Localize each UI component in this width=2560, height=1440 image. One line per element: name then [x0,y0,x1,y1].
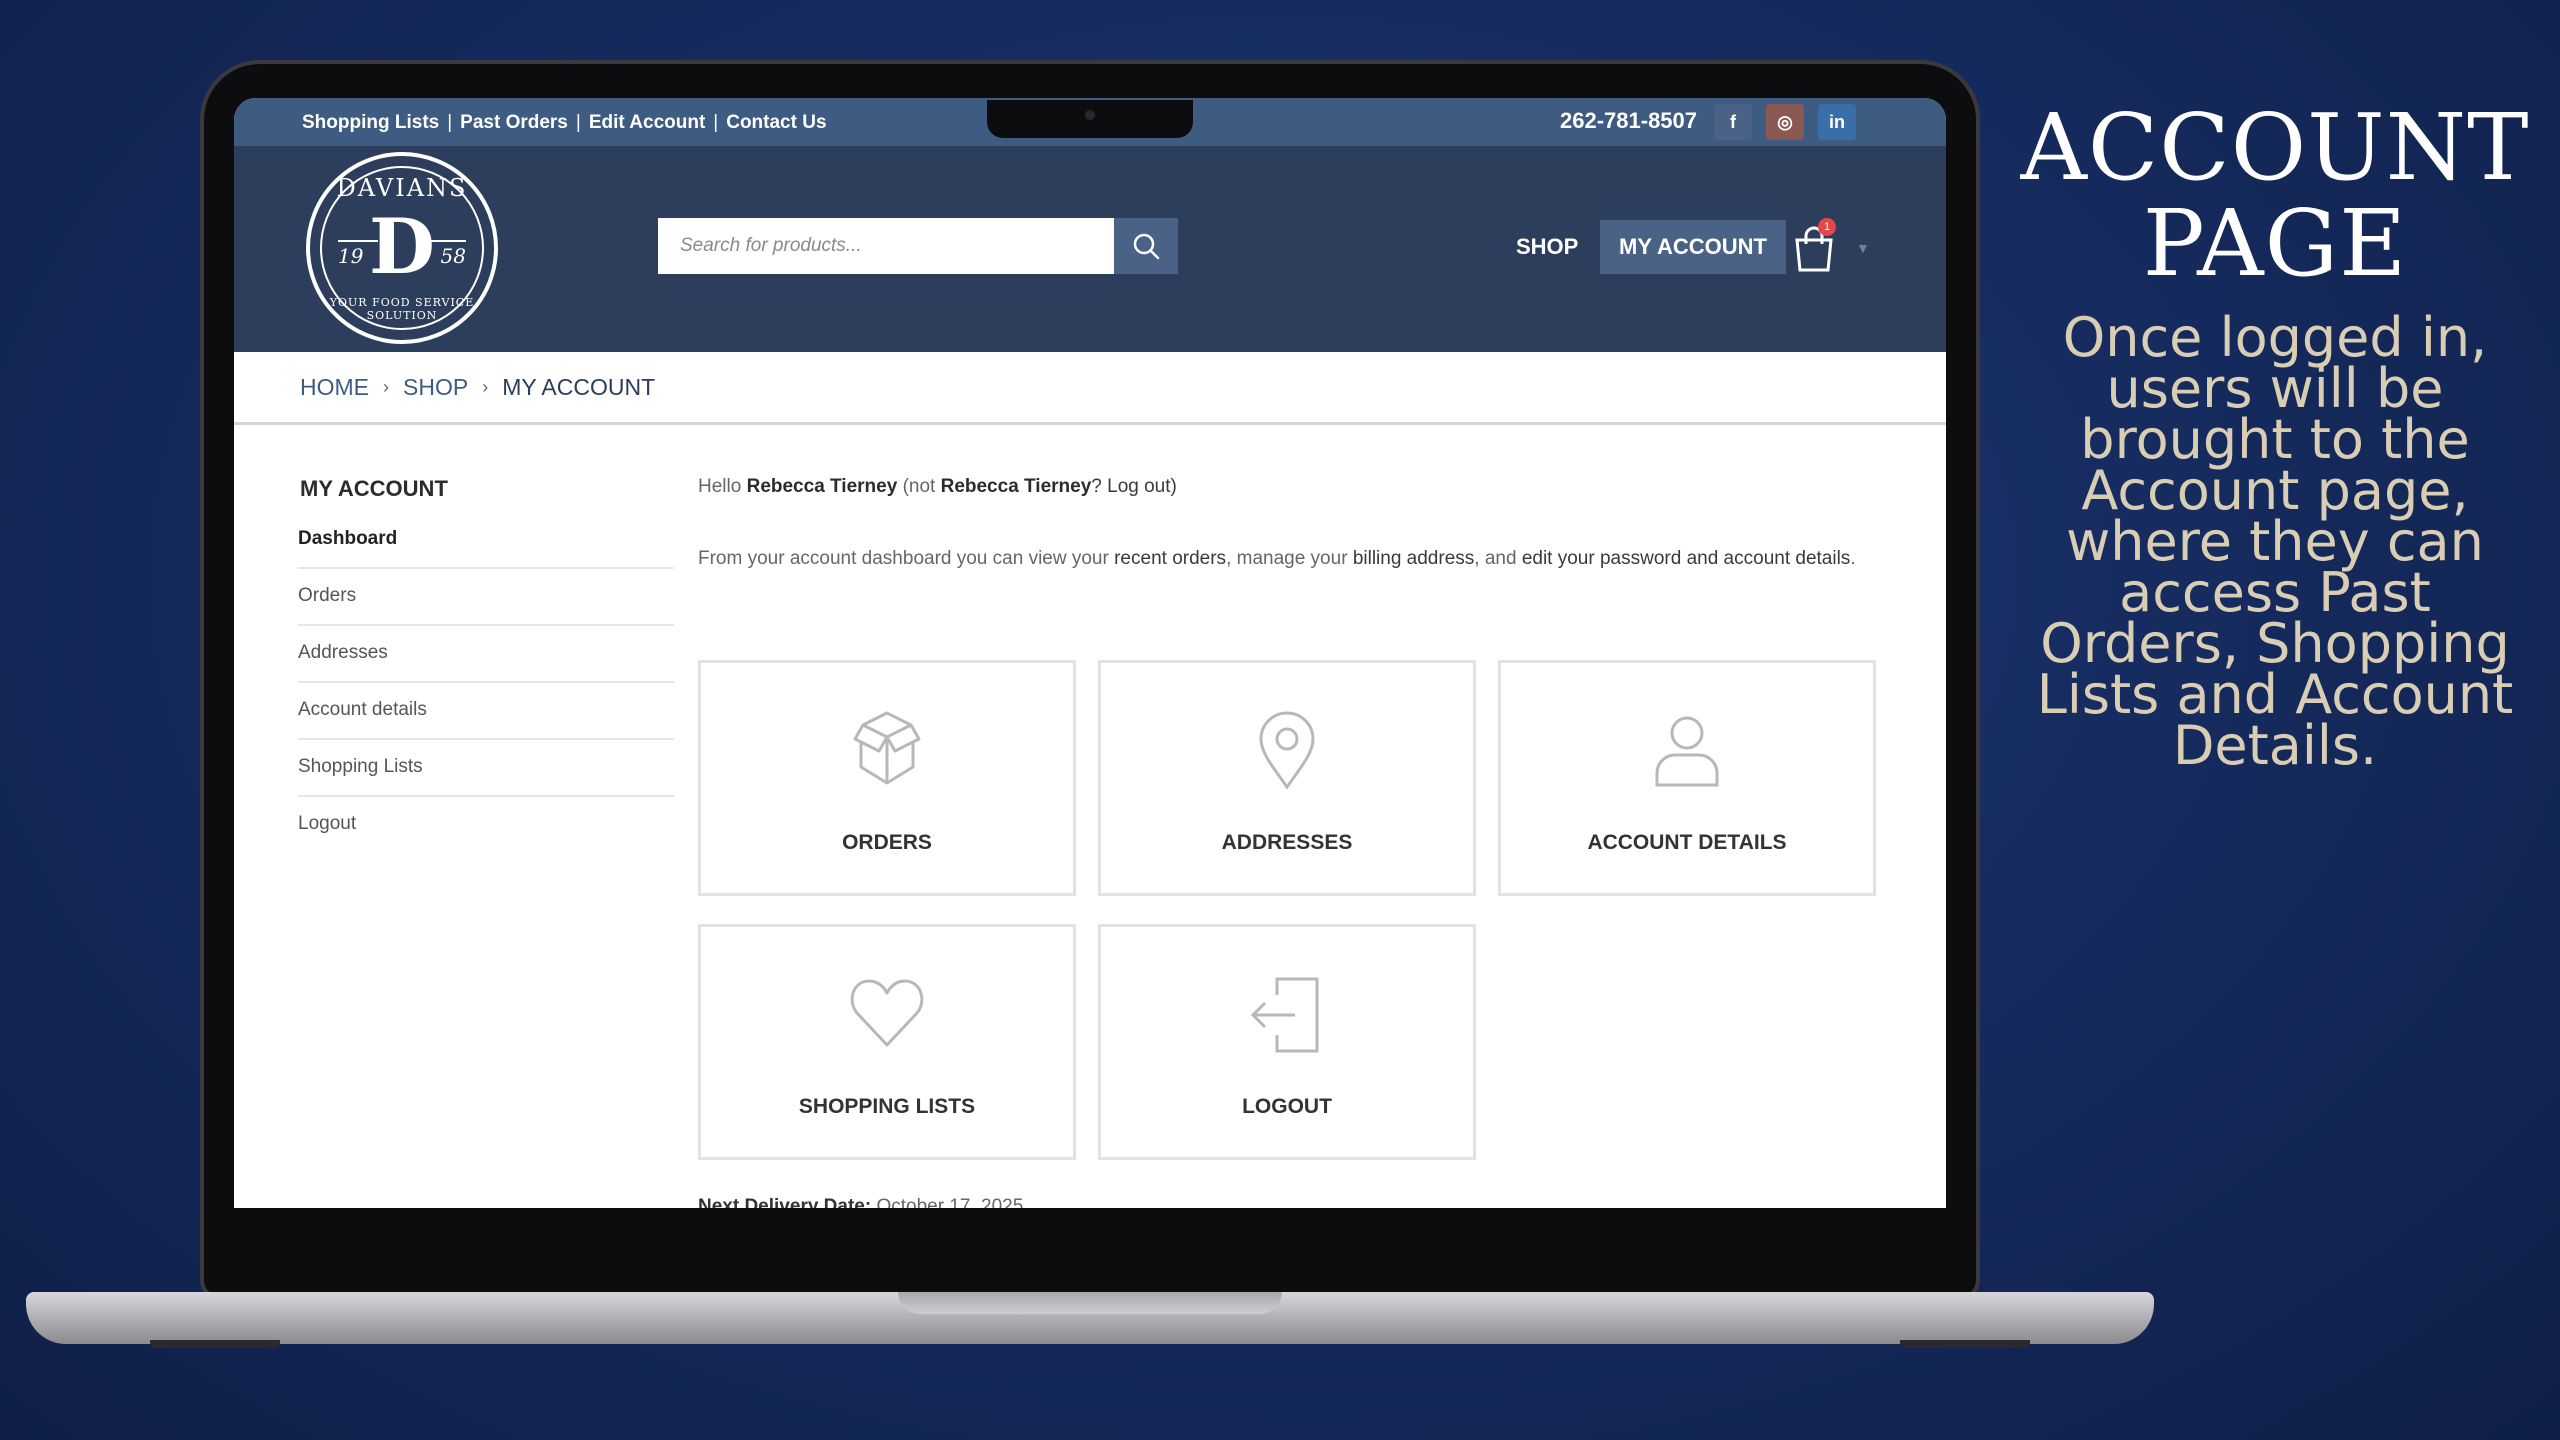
sidebar-item-orders[interactable]: Orders [298,569,674,626]
card-label-orders: ORDERS [842,831,932,854]
linkedin-icon[interactable]: in [1818,104,1856,140]
sidebar-item-dashboard[interactable]: Dashboard [298,512,674,569]
laptop-screen: Shopping Lists | Past Orders | Edit Acco… [234,98,1946,1208]
logo-rule-left [338,240,378,242]
headline-line-1: ACCOUNT [2020,94,2530,201]
search-icon [1133,233,1160,260]
billing-address-link[interactable]: billing address [1353,548,1474,569]
box-icon [853,711,921,785]
intro-text-2: , manage your [1226,548,1348,569]
delivery-label: Next Delivery Date: [698,1196,872,1208]
next-delivery-date: Next Delivery Date: October 17, 2025 [698,1196,1023,1208]
top-links: Shopping Lists | Past Orders | Edit Acco… [302,112,827,134]
header-divider [234,422,1946,425]
top-link-separator: | [575,112,581,133]
breadcrumb-home[interactable]: HOME [300,374,369,401]
dashboard-card-account-details[interactable]: ACCOUNT DETAILS [1498,660,1876,896]
user-icon [1655,716,1719,787]
laptop-foot-right [1900,1340,2030,1348]
recent-orders-link[interactable]: recent orders [1114,548,1226,569]
card-label-logout: LOGOUT [1242,1095,1332,1118]
dashboard-card-orders[interactable]: ORDERS [698,660,1076,896]
card-label-shopping-lists: SHOPPING LISTS [798,1095,976,1118]
instagram-icon[interactable]: ◎ [1766,104,1804,140]
top-link-shopping-lists[interactable]: Shopping Lists [302,112,439,134]
davians-logo[interactable]: DAVIANS D 19 58 YOUR FOOD SERVICE SOLUTI… [306,152,498,344]
nav-shop-link[interactable]: SHOP [1516,234,1578,260]
camera-notch [987,100,1193,138]
edit-password-link[interactable]: edit your password and account details [1522,548,1850,569]
slide-description: Once logged in, users will be brought to… [2036,306,2514,777]
camera-icon [1085,110,1095,120]
logo-year-left: 19 [338,244,364,268]
intro-text-4: . [1850,548,1856,569]
nav-my-account-button[interactable]: MY ACCOUNT [1600,220,1786,274]
heart-icon [850,979,924,1047]
breadcrumb-current: MY ACCOUNT [502,374,656,400]
greeting-user-name-2: Rebecca Tierney [940,476,1092,497]
breadcrumb-separator: › [482,377,489,397]
breadcrumb-shop[interactable]: SHOP [403,374,468,401]
sidebar-item-logout[interactable]: Logout [298,797,674,854]
slide-headline: ACCOUNT PAGE [2020,100,2530,292]
dashboard-intro: From your account dashboard you can view… [698,542,1878,575]
sidebar-item-addresses[interactable]: Addresses [298,626,674,683]
top-link-past-orders[interactable]: Past Orders [460,112,568,134]
laptop-base-groove [898,1292,1282,1314]
intro-text-3: , and [1474,548,1517,569]
sidebar-item-account-details[interactable]: Account details [298,683,674,740]
search-input[interactable] [658,218,1114,274]
top-link-separator: | [447,112,453,133]
logo-bottom-text: YOUR FOOD SERVICE SOLUTION [329,296,475,322]
intro-text-1: From your account dashboard you can view… [698,548,1109,569]
card-label-account-details: ACCOUNT DETAILS [1587,831,1787,854]
breadcrumb-separator: › [383,377,389,397]
logout-icon [1250,977,1319,1053]
greeting-logout-link[interactable]: ? Log out) [1091,476,1177,497]
cart-button[interactable]: 1 [1792,218,1852,274]
top-link-contact-us[interactable]: Contact Us [726,112,826,134]
account-sidebar-nav: Dashboard Orders Addresses Account detai… [298,512,674,854]
greeting-text: Hello Rebecca Tierney (not Rebecca Tiern… [698,476,1177,498]
phone-number[interactable]: 262-781-8507 [1560,108,1697,134]
delivery-date: October 17, 2025 [876,1196,1024,1208]
sidebar-title: MY ACCOUNT [300,476,448,501]
logo-year-right: 58 [440,244,466,268]
map-pin-icon [1259,711,1315,790]
greeting-hello: Hello [698,476,742,497]
breadcrumb: HOME › SHOP › MY ACCOUNT [300,374,655,401]
facebook-icon[interactable]: f [1714,104,1752,140]
sidebar-item-shopping-lists[interactable]: Shopping Lists [298,740,674,797]
top-link-separator: | [713,112,719,133]
cart-count-badge: 1 [1818,218,1836,236]
greeting-not-prefix: (not [902,476,936,497]
dashboard-card-shopping-lists[interactable]: SHOPPING LISTS [698,924,1076,1160]
dashboard-card-addresses[interactable]: ADDRESSES [1098,660,1476,896]
site-header: DAVIANS D 19 58 YOUR FOOD SERVICE SOLUTI… [234,146,1946,352]
greeting-user-name: Rebecca Tierney [746,476,898,497]
laptop-foot-left [150,1340,280,1348]
headline-line-2: PAGE [2142,190,2408,297]
dashboard-card-logout[interactable]: LOGOUT [1098,924,1476,1160]
logo-rule-right [426,240,466,242]
chevron-down-icon[interactable]: ▼ [1856,240,1870,256]
logo-top-text: DAVIANS [336,174,468,202]
card-label-addresses: ADDRESSES [1221,831,1353,854]
top-link-edit-account[interactable]: Edit Account [589,112,705,134]
search-button[interactable] [1114,218,1178,274]
